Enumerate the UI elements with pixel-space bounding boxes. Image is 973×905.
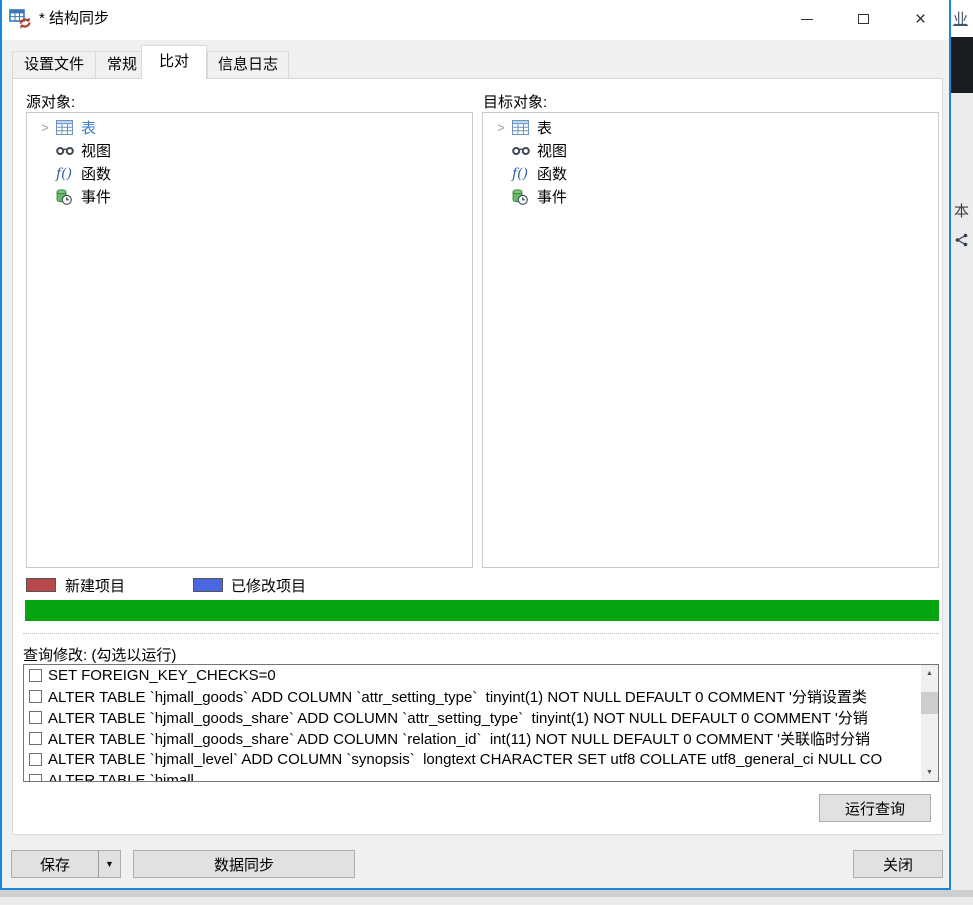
modified-items-swatch	[193, 578, 223, 592]
window-title: * 结构同步	[39, 0, 109, 38]
scroll-down-icon[interactable]: ▼	[921, 764, 938, 781]
table-icon	[56, 120, 78, 135]
maximize-icon	[858, 14, 869, 24]
tree-item-events[interactable]: 事件	[483, 185, 938, 208]
structure-sync-icon	[9, 8, 33, 30]
tree-item-label: 事件	[537, 186, 567, 207]
tree-item-events[interactable]: 事件	[27, 185, 472, 208]
query-checkbox[interactable]	[29, 690, 42, 703]
query-modifications-label: 查询修改: (勾选以运行)	[23, 644, 176, 665]
background-app-toolbar: 业	[951, 0, 973, 37]
background-app-strip: 业 本	[951, 0, 973, 890]
query-row[interactable]: SET FOREIGN_KEY_CHECKS=0	[24, 665, 921, 686]
query-checkbox[interactable]	[29, 753, 42, 766]
query-row[interactable]: ALTER TABLE `hjmall_goods` ADD COLUMN `a…	[24, 686, 921, 707]
query-row[interactable]: ALTER TABLE `hjmall_goods_share` ADD COL…	[24, 728, 921, 749]
tree-item-label: 视图	[81, 140, 111, 161]
tree-item-tables[interactable]: > 表	[483, 116, 938, 139]
save-button[interactable]: 保存	[12, 854, 98, 875]
table-icon	[512, 120, 534, 135]
query-rows: SET FOREIGN_KEY_CHECKS=0 ALTER TABLE `hj…	[24, 665, 921, 781]
modified-items-label: 已修改项目	[231, 575, 306, 596]
view-icon	[512, 145, 534, 156]
close-window-button[interactable]: ×	[892, 0, 949, 38]
sql-text: ALTER TABLE `hjmall_	[48, 772, 202, 781]
chevron-down-icon: ▼	[105, 859, 114, 869]
tree-item-label: 函数	[537, 163, 567, 184]
tree-item-views[interactable]: 视图	[27, 139, 472, 162]
compare-tab-page: 源对象: 目标对象: > 表	[12, 78, 943, 835]
window-controls: ×	[778, 0, 949, 38]
minimize-button[interactable]	[778, 0, 835, 38]
event-icon	[56, 189, 78, 205]
source-objects-label: 源对象:	[26, 91, 75, 112]
sql-text: ALTER TABLE `hjmall_goods_share` ADD COL…	[48, 728, 870, 749]
run-query-button[interactable]: 运行查询	[819, 794, 931, 822]
target-objects-label: 目标对象:	[483, 91, 547, 112]
maximize-button[interactable]	[835, 0, 892, 38]
query-checkbox[interactable]	[29, 774, 42, 781]
event-icon	[512, 189, 534, 205]
query-checkbox[interactable]	[29, 669, 42, 682]
function-icon: f()	[56, 166, 78, 182]
structure-sync-dialog: * 结构同步 × 设置文件 常规 比对 信息日志 源对象: 目标对象: >	[0, 0, 951, 890]
tab-message-log[interactable]: 信息日志	[207, 51, 289, 79]
target-object-tree[interactable]: > 表	[482, 112, 939, 568]
sql-text: ALTER TABLE `hjmall_goods_share` ADD COL…	[48, 707, 868, 728]
query-checkbox[interactable]	[29, 732, 42, 745]
chevron-right-icon[interactable]: >	[34, 120, 56, 135]
minimize-icon	[801, 19, 813, 20]
background-partial-text: 业	[953, 8, 968, 29]
sql-text: ALTER TABLE `hjmall_goods` ADD COLUMN `a…	[48, 686, 867, 707]
view-icon	[56, 145, 78, 156]
sql-text: SET FOREIGN_KEY_CHECKS=0	[48, 667, 276, 684]
close-icon: ×	[915, 10, 926, 29]
scrollbar-thumb[interactable]	[921, 692, 938, 714]
tree-item-label: 视图	[537, 140, 567, 161]
tree-item-views[interactable]: 视图	[483, 139, 938, 162]
tree-item-label: 表	[81, 117, 96, 138]
source-object-tree[interactable]: > 表	[26, 112, 473, 568]
background-bottom-light	[0, 897, 973, 905]
vertical-scrollbar[interactable]: ▲ ▼	[921, 665, 938, 781]
query-row[interactable]: ALTER TABLE `hjmall_level` ADD COLUMN `s…	[24, 749, 921, 770]
screen: 业 本	[0, 0, 973, 905]
query-row-partial[interactable]: ALTER TABLE `hjmall_	[24, 770, 921, 781]
close-button[interactable]: 关闭	[853, 850, 943, 878]
tree-item-label: 表	[537, 117, 552, 138]
titlebar[interactable]: * 结构同步 ×	[2, 0, 949, 40]
background-dark-block	[951, 37, 973, 93]
tab-settings-file[interactable]: 设置文件	[13, 52, 95, 78]
background-bottom-strip	[0, 890, 973, 905]
tree-item-label: 函数	[81, 163, 111, 184]
new-items-swatch	[26, 578, 56, 592]
data-sync-button[interactable]: 数据同步	[133, 850, 355, 878]
tree-item-label: 事件	[81, 186, 111, 207]
query-row[interactable]: ALTER TABLE `hjmall_goods_share` ADD COL…	[24, 707, 921, 728]
query-listbox[interactable]: SET FOREIGN_KEY_CHECKS=0 ALTER TABLE `hj…	[23, 664, 939, 782]
tab-compare[interactable]: 比对	[141, 45, 207, 79]
new-items-label: 新建项目	[65, 575, 125, 596]
query-checkbox[interactable]	[29, 711, 42, 724]
scroll-up-icon[interactable]: ▲	[921, 665, 938, 682]
chevron-right-icon[interactable]: >	[490, 120, 512, 135]
separator	[23, 633, 939, 634]
share-icon	[955, 233, 968, 251]
save-dropdown-button[interactable]: ▼	[98, 851, 120, 877]
tree-item-functions[interactable]: f() 函数	[483, 162, 938, 185]
tree-item-functions[interactable]: f() 函数	[27, 162, 472, 185]
function-icon: f()	[512, 166, 534, 182]
background-partial-text-side: 本	[954, 200, 969, 221]
save-split-button[interactable]: 保存 ▼	[11, 850, 121, 878]
tree-item-tables[interactable]: > 表	[27, 116, 472, 139]
sql-text: ALTER TABLE `hjmall_level` ADD COLUMN `s…	[48, 751, 882, 768]
progress-bar	[25, 600, 939, 621]
tab-group: 设置文件 常规	[12, 51, 149, 79]
